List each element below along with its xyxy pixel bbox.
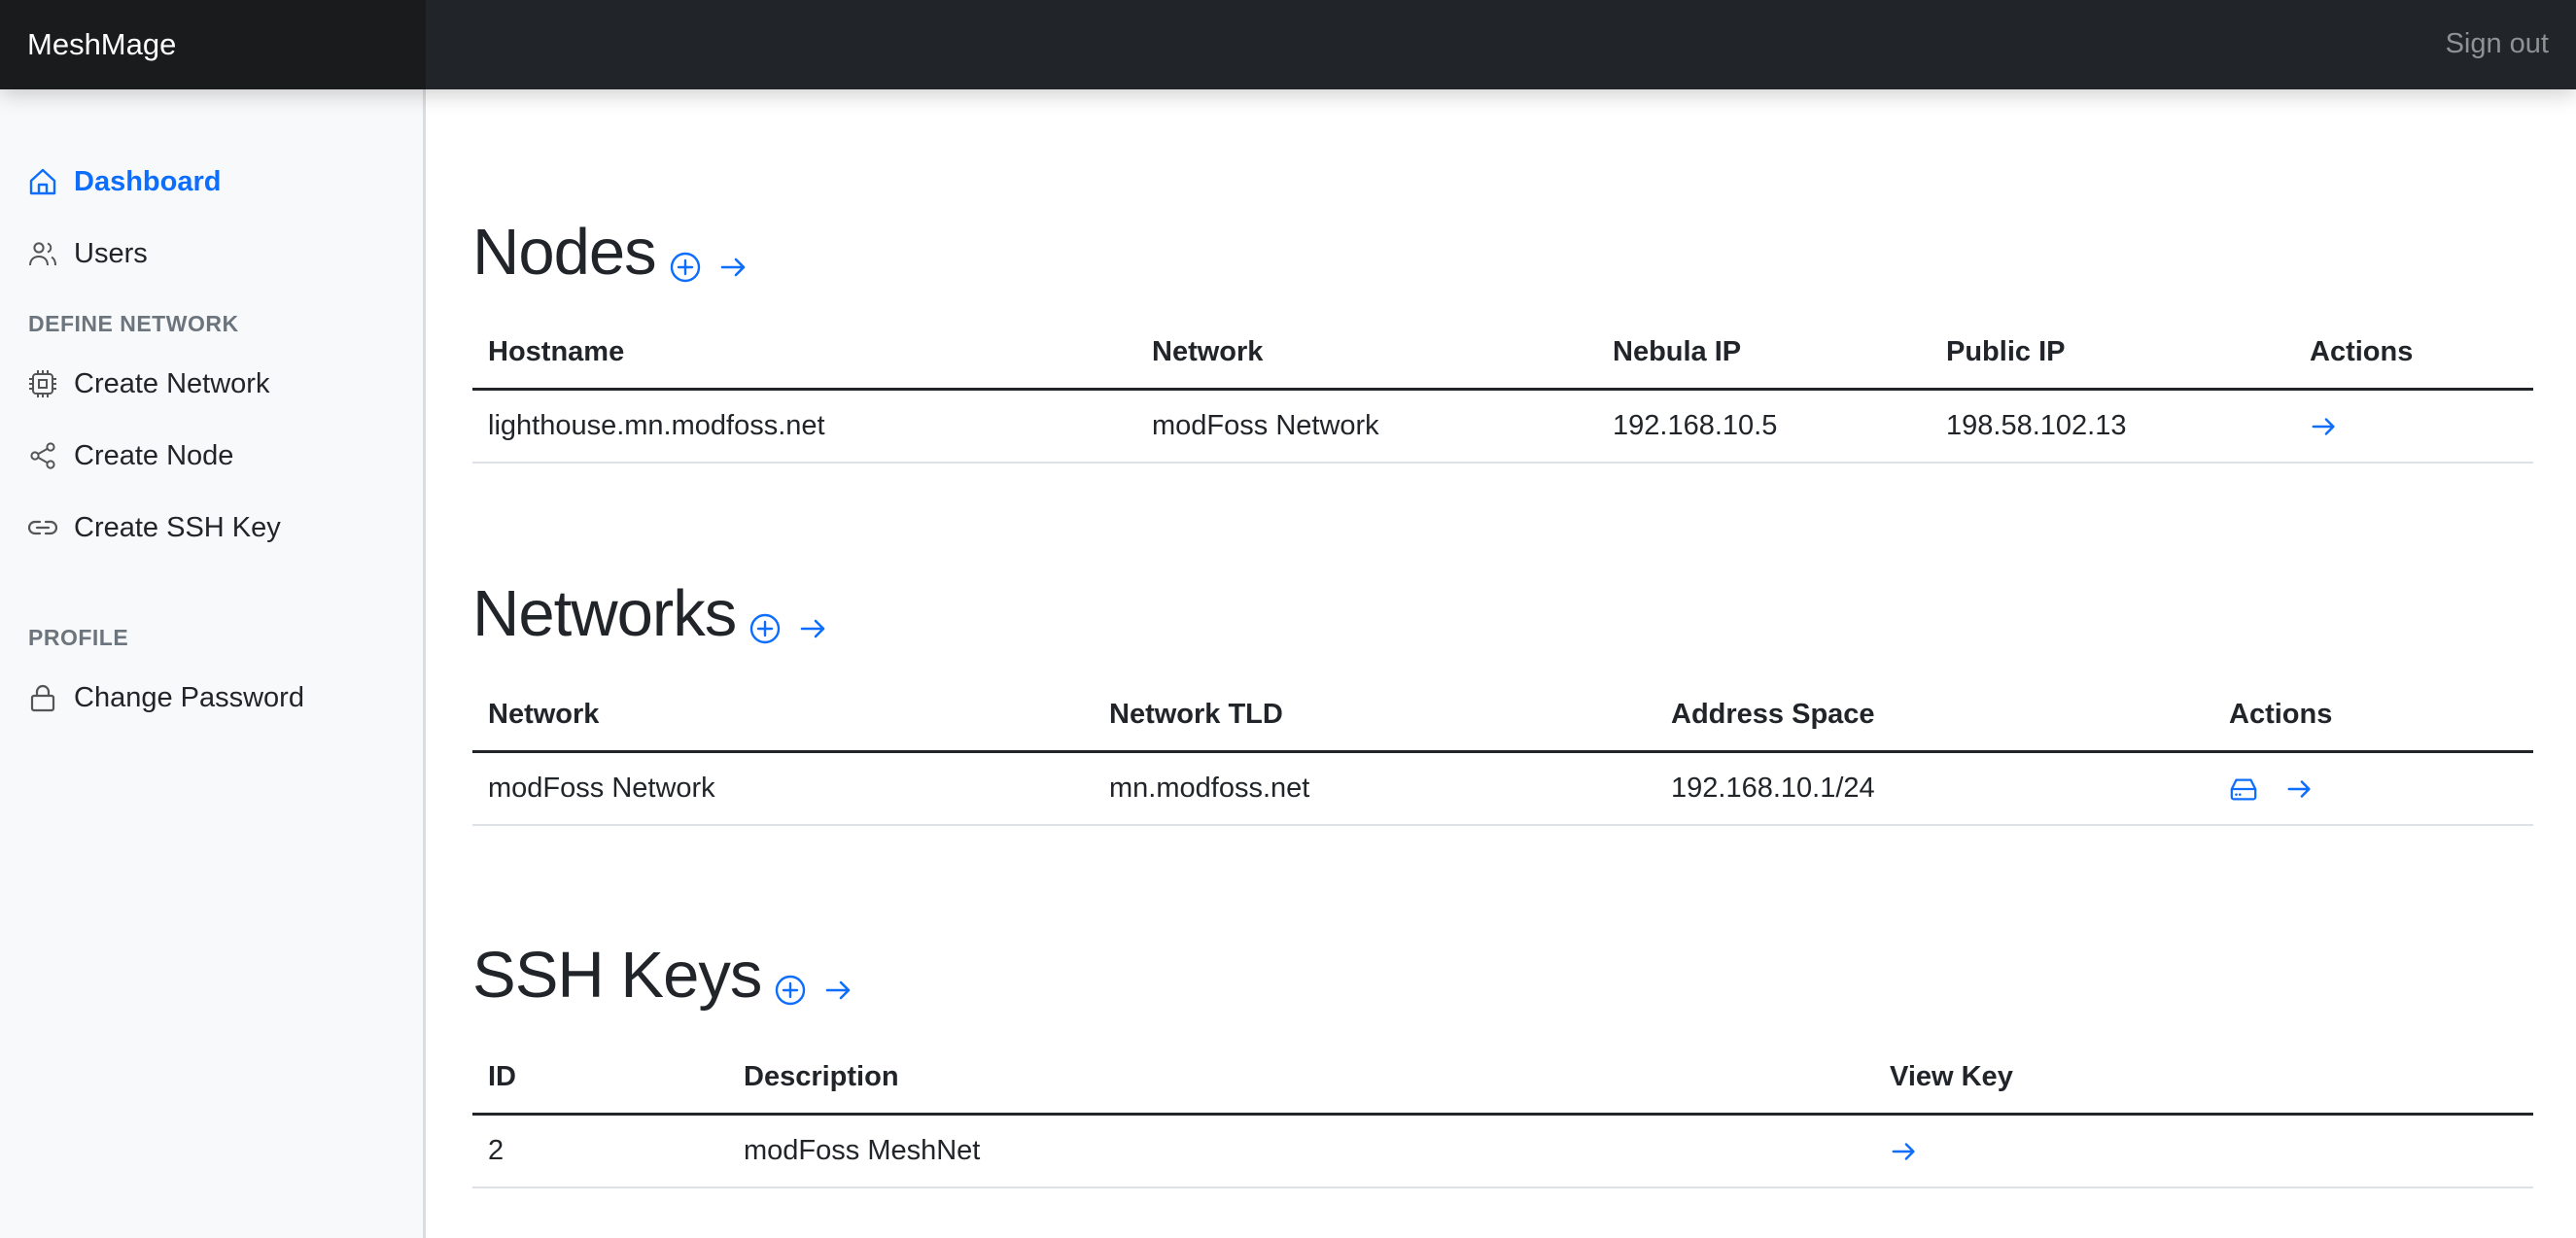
view-ssh-keys-arrow-right-icon[interactable] <box>823 975 854 1006</box>
table-header-row: Hostname Network Nebula IP Public IP Act… <box>472 317 2533 391</box>
table-header-row: ID Description View Key <box>472 1042 2533 1116</box>
column-header: Actions <box>2294 317 2533 391</box>
view-key-arrow-right-icon[interactable] <box>1890 1137 1919 1166</box>
sidebar-item-dashboard[interactable]: Dashboard <box>27 157 221 206</box>
sidebar-item-label: Dashboard <box>74 165 222 197</box>
add-network-plus-circle-icon[interactable] <box>749 613 781 644</box>
section-heading-profile: PROFILE <box>28 625 129 650</box>
add-node-plus-circle-icon[interactable] <box>670 252 701 283</box>
ssh-keys-header: SSH Keys <box>472 943 872 1008</box>
column-header: Public IP <box>1931 317 2294 391</box>
sidebar-item-change-password[interactable]: Change Password <box>27 673 304 722</box>
column-header: View Key <box>1874 1042 2533 1116</box>
networks-header: Networks <box>472 581 847 646</box>
public-ip-cell: 198.58.102.13 <box>1931 389 2294 464</box>
sidebar-item-label: Change Password <box>74 681 304 713</box>
hostname-cell: lighthouse.mn.modfoss.net <box>472 389 1136 464</box>
top-navbar: MeshMage Sign out <box>0 0 2576 89</box>
column-header: Hostname <box>472 317 1136 391</box>
sidebar-item-create-network[interactable]: Create Network <box>27 360 269 408</box>
sidebar-item-create-node[interactable]: Create Node <box>27 431 233 480</box>
sidebar-item-create-ssh-key[interactable]: Create SSH Key <box>27 503 281 552</box>
cpu-icon <box>29 370 56 397</box>
table-header-row: Network Network TLD Address Space Action… <box>472 679 2533 753</box>
column-header: Nebula IP <box>1597 317 1931 391</box>
network-cell: modFoss Network <box>1136 389 1597 464</box>
sidebar-item-users[interactable]: Users <box>27 229 148 278</box>
sidebar: Dashboard Users DEFINE NETWORK Create Ne… <box>0 89 426 1238</box>
section-title-ssh-keys: SSH Keys <box>472 939 762 1012</box>
section-title-networks: Networks <box>472 577 737 650</box>
column-header: Network <box>472 679 1094 753</box>
nodes-header: Nodes <box>472 220 767 285</box>
people-icon <box>29 242 56 266</box>
view-key-cell <box>1874 1114 2533 1188</box>
sidebar-item-label: Create Network <box>74 367 270 399</box>
address-space-cell: 192.168.10.1/24 <box>1655 751 2213 826</box>
column-header: Actions <box>2213 679 2533 753</box>
sign-out-link[interactable]: Sign out <box>2446 0 2549 87</box>
view-node-arrow-right-icon[interactable] <box>2310 412 2339 441</box>
networks-table: Network Network TLD Address Space Action… <box>472 679 2533 826</box>
column-header: Description <box>728 1042 1874 1116</box>
add-ssh-key-plus-circle-icon[interactable] <box>775 975 806 1006</box>
brand-logo[interactable]: MeshMage <box>0 0 426 89</box>
house-icon <box>29 168 56 195</box>
link-icon <box>27 520 58 535</box>
description-cell: modFoss MeshNet <box>728 1114 1874 1188</box>
sidebar-item-label: Users <box>74 237 148 269</box>
network-cell: modFoss Network <box>472 751 1094 826</box>
section-heading-define-network: DEFINE NETWORK <box>28 311 239 336</box>
sidebar-item-label: Create Node <box>74 439 234 471</box>
table-row: lighthouse.mn.modfoss.net modFoss Networ… <box>472 389 2533 464</box>
actions-cell <box>2213 751 2533 826</box>
column-header: Network TLD <box>1094 679 1655 753</box>
tld-cell: mn.modfoss.net <box>1094 751 1655 826</box>
id-cell: 2 <box>472 1114 728 1188</box>
nodes-table: Hostname Network Nebula IP Public IP Act… <box>472 317 2533 464</box>
column-header: Address Space <box>1655 679 2213 753</box>
actions-cell <box>2294 389 2533 464</box>
view-networks-arrow-right-icon[interactable] <box>798 613 829 644</box>
hdd-drive-icon[interactable] <box>2229 774 2258 804</box>
view-nodes-arrow-right-icon[interactable] <box>718 252 749 283</box>
ssh-keys-table: ID Description View Key 2 modFoss MeshNe… <box>472 1042 2533 1188</box>
table-row: modFoss Network mn.modfoss.net 192.168.1… <box>472 751 2533 826</box>
share-icon <box>30 442 55 469</box>
main-content: Nodes Hostname Network Nebula IP Public … <box>426 89 2576 1238</box>
lock-icon <box>30 684 55 712</box>
column-header: Network <box>1136 317 1597 391</box>
column-header: ID <box>472 1042 728 1116</box>
table-row: 2 modFoss MeshNet <box>472 1114 2533 1188</box>
nebula-ip-cell: 192.168.10.5 <box>1597 389 1931 464</box>
section-title-nodes: Nodes <box>472 216 657 289</box>
view-network-arrow-right-icon[interactable] <box>2285 774 2315 804</box>
sidebar-item-label: Create SSH Key <box>74 511 281 543</box>
